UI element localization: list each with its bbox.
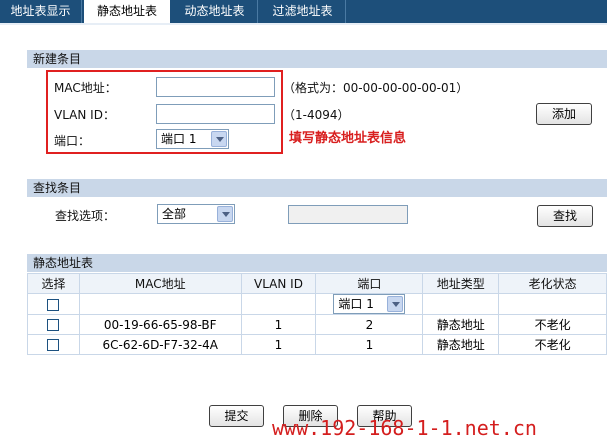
col-port: 端口 [315,273,424,294]
chevron-down-icon [387,296,404,312]
row-port: 2 [315,314,424,335]
mac-format-hint: （格式为：00-00-00-00-00-01） [283,81,469,95]
tab-filter-address-table[interactable]: 过滤地址表 [260,0,346,23]
table-filter-row: 端口 1 [27,293,607,315]
search-option-select[interactable]: 全部 [157,204,235,224]
submit-button[interactable]: 提交 [209,405,264,427]
row-checkbox[interactable] [47,319,60,331]
col-select: 选择 [27,273,80,294]
row-aging: 不老化 [498,314,607,335]
row-vlan: 1 [240,334,317,355]
port-filter-value: 端口 1 [338,297,374,311]
col-vlan: VLAN ID [240,273,317,294]
row-type: 静态地址 [422,314,500,335]
static-table-panel: 静态地址表 [27,254,607,272]
static-table-title: 静态地址表 [27,254,607,272]
new-entry-highlight-frame [46,70,283,154]
row-mac: 00-19-66-65-98-BF [78,314,242,335]
fill-static-info-annotation: 填写静态地址表信息 [289,131,407,146]
search-panel: 查找条目 [27,179,607,197]
port-filter-select[interactable]: 端口 1 [333,294,406,314]
tab-address-table-display[interactable]: 地址表显示 [0,0,82,23]
tab-static-address-table[interactable]: 静态地址表 [84,0,170,24]
search-option-label: 查找选项： [55,209,116,223]
new-entry-panel: 新建条目 [27,50,607,68]
row-type: 静态地址 [422,334,500,355]
row-aging: 不老化 [498,334,607,355]
table-row: 00-19-66-65-98-BF 1 2 静态地址 不老化 [27,314,607,335]
tab-underline [0,23,607,25]
col-address-type: 地址类型 [422,273,500,294]
vlan-range-hint: （1-4094） [283,108,350,122]
tab-dynamic-address-table[interactable]: 动态地址表 [172,0,258,23]
select-all-checkbox[interactable] [47,298,60,311]
search-query-input[interactable] [288,205,408,224]
row-port: 1 [315,334,424,355]
site-watermark: www.192-168-1-1.net.cn [272,416,537,440]
col-mac: MAC地址 [78,273,242,294]
add-button[interactable]: 添加 [536,103,592,125]
row-mac: 6C-62-6D-F7-32-4A [78,334,242,355]
search-button[interactable]: 查找 [537,205,593,227]
row-vlan: 1 [240,314,317,335]
table-row: 6C-62-6D-F7-32-4A 1 1 静态地址 不老化 [27,334,607,355]
col-aging-status: 老化状态 [498,273,607,294]
tab-bar: 地址表显示 静态地址表 动态地址表 过滤地址表 [0,0,607,24]
chevron-down-icon [217,206,233,222]
row-checkbox[interactable] [47,339,60,351]
search-title: 查找条目 [27,179,607,197]
new-entry-title: 新建条目 [27,50,607,68]
table-header-row: 选择 MAC地址 VLAN ID 端口 地址类型 老化状态 [27,273,607,294]
static-address-table: 选择 MAC地址 VLAN ID 端口 地址类型 老化状态 端口 1 00-19… [27,273,607,355]
search-option-value: 全部 [162,207,187,221]
